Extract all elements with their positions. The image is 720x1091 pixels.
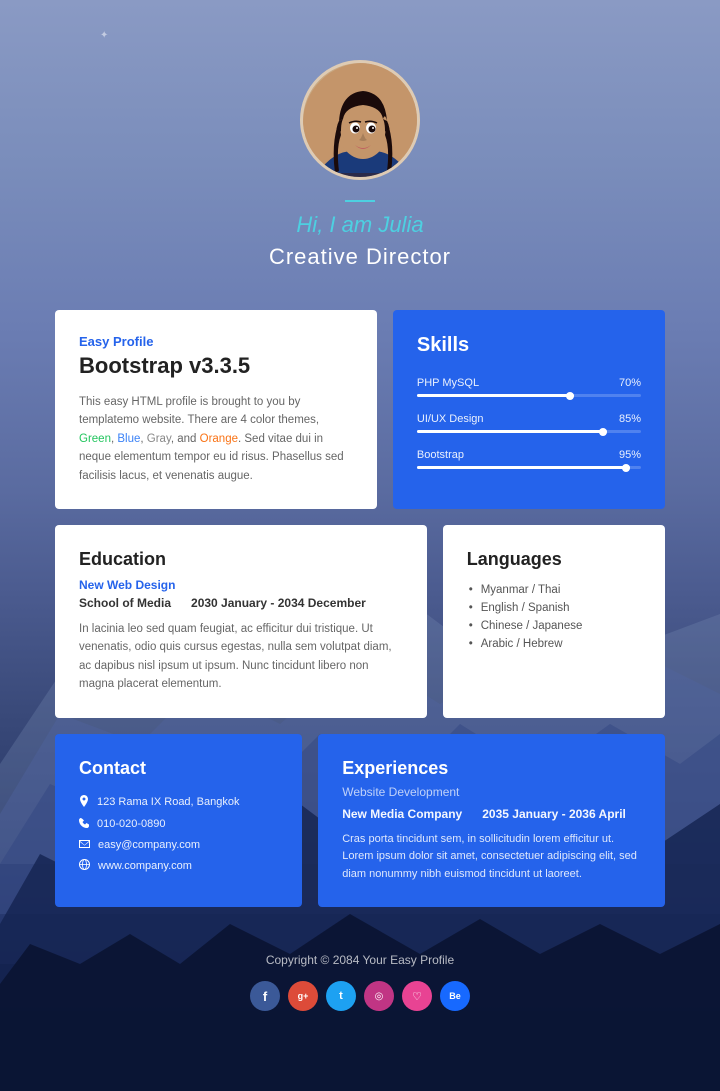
- googleplus-icon: g+: [298, 991, 309, 1001]
- skill-dot-uiux: [599, 428, 607, 436]
- contact-email-text: easy@company.com: [98, 839, 200, 851]
- web-icon: [79, 859, 90, 873]
- footer: Copyright © 2084 Your Easy Profile f g+ …: [0, 923, 720, 1031]
- skill-item-uiux: UI/UX Design 85%: [417, 413, 641, 433]
- profile-card: Easy Profile Bootstrap v3.3.5 This easy …: [55, 310, 377, 509]
- profile-title: Bootstrap v3.3.5: [79, 353, 353, 379]
- behance-icon: Be: [449, 991, 461, 1001]
- hero-title: Creative Director: [0, 244, 720, 270]
- skill-name-php: PHP MySQL: [417, 377, 479, 389]
- skill-dot-php: [566, 392, 574, 400]
- language-item: Myanmar / Thai: [467, 584, 641, 596]
- skill-percent-php: 70%: [619, 377, 641, 389]
- experience-title: Experiences: [342, 758, 641, 779]
- skill-bar-bootstrap-fill: [417, 466, 630, 469]
- experience-subtitle: Website Development: [342, 785, 641, 799]
- language-item: Arabic / Hebrew: [467, 638, 641, 650]
- social-heart[interactable]: ♡: [402, 981, 432, 1011]
- social-icons: f g+ t ◎ ♡ Be: [20, 981, 700, 1011]
- languages-list: Myanmar / Thai English / Spanish Chinese…: [467, 584, 641, 650]
- languages-card: Languages Myanmar / Thai English / Spani…: [443, 525, 665, 718]
- hero-greeting: Hi, I am Julia: [0, 212, 720, 238]
- contact-card: Contact 123 Rama IX Road, Bangkok 010-02…: [55, 734, 302, 908]
- skill-bar-php-fill: [417, 394, 574, 397]
- skill-bar-php-bg: [417, 394, 641, 397]
- social-twitter[interactable]: t: [326, 981, 356, 1011]
- skill-bar-uiux-bg: [417, 430, 641, 433]
- footer-copyright: Copyright © 2084 Your Easy Profile: [20, 953, 700, 967]
- contact-website-text: www.company.com: [98, 860, 192, 872]
- contact-address: 123 Rama IX Road, Bangkok: [79, 795, 278, 810]
- social-googleplus[interactable]: g+: [288, 981, 318, 1011]
- skill-bar-uiux-fill: [417, 430, 607, 433]
- education-school: School of Media: [79, 596, 171, 610]
- skill-name-bootstrap: Bootstrap: [417, 449, 464, 461]
- education-title: Education: [79, 549, 403, 570]
- facebook-icon: f: [263, 989, 267, 1004]
- education-period: 2030 January - 2034 December: [191, 596, 366, 610]
- skill-item-bootstrap: Bootstrap 95%: [417, 449, 641, 469]
- contact-address-text: 123 Rama IX Road, Bangkok: [97, 796, 239, 808]
- profile-label: Easy Profile: [79, 334, 353, 349]
- skill-item-php: PHP MySQL 70%: [417, 377, 641, 397]
- instagram-icon: ◎: [375, 991, 384, 1002]
- profile-description: This easy HTML profile is brought to you…: [79, 393, 353, 485]
- phone-icon: [79, 818, 89, 831]
- skill-name-uiux: UI/UX Design: [417, 413, 484, 425]
- social-instagram[interactable]: ◎: [364, 981, 394, 1011]
- education-subtitle: New Web Design: [79, 578, 403, 592]
- contact-phone: 010-020-0890: [79, 818, 278, 831]
- hero-section: ✦: [0, 0, 720, 310]
- skills-title: Skills: [417, 334, 641, 357]
- twitter-icon: t: [339, 990, 343, 1002]
- row-3: Contact 123 Rama IX Road, Bangkok 010-02…: [55, 734, 665, 908]
- skill-percent-uiux: 85%: [619, 413, 641, 425]
- avatar: [300, 60, 420, 180]
- education-card: Education New Web Design School of Media…: [55, 525, 427, 718]
- email-icon: [79, 839, 90, 851]
- education-description: In lacinia leo sed quam feugiat, ac effi…: [79, 620, 403, 694]
- hero-divider: [345, 200, 375, 202]
- contact-email: easy@company.com: [79, 839, 278, 851]
- language-item: English / Spanish: [467, 602, 641, 614]
- contact-title: Contact: [79, 758, 278, 779]
- experience-card: Experiences Website Development New Medi…: [318, 734, 665, 908]
- experience-description: Cras porta tincidunt sem, in sollicitudi…: [342, 831, 641, 884]
- cards-container: Easy Profile Bootstrap v3.3.5 This easy …: [35, 310, 685, 907]
- experience-company: New Media Company: [342, 807, 462, 821]
- skill-percent-bootstrap: 95%: [619, 449, 641, 461]
- skills-card: Skills PHP MySQL 70% UI/UX Design: [393, 310, 665, 509]
- experience-period: 2035 January - 2036 April: [482, 807, 626, 821]
- language-item: Chinese / Japanese: [467, 620, 641, 632]
- contact-website: www.company.com: [79, 859, 278, 873]
- social-behance[interactable]: Be: [440, 981, 470, 1011]
- heart-icon: ♡: [412, 990, 422, 1003]
- row-2: Education New Web Design School of Media…: [55, 525, 665, 718]
- languages-title: Languages: [467, 549, 641, 570]
- skill-dot-bootstrap: [622, 464, 630, 472]
- location-icon: [79, 795, 89, 810]
- row-1: Easy Profile Bootstrap v3.3.5 This easy …: [55, 310, 665, 509]
- skill-bar-bootstrap-bg: [417, 466, 641, 469]
- social-facebook[interactable]: f: [250, 981, 280, 1011]
- contact-phone-text: 010-020-0890: [97, 818, 166, 830]
- star-decoration: ✦: [100, 30, 108, 41]
